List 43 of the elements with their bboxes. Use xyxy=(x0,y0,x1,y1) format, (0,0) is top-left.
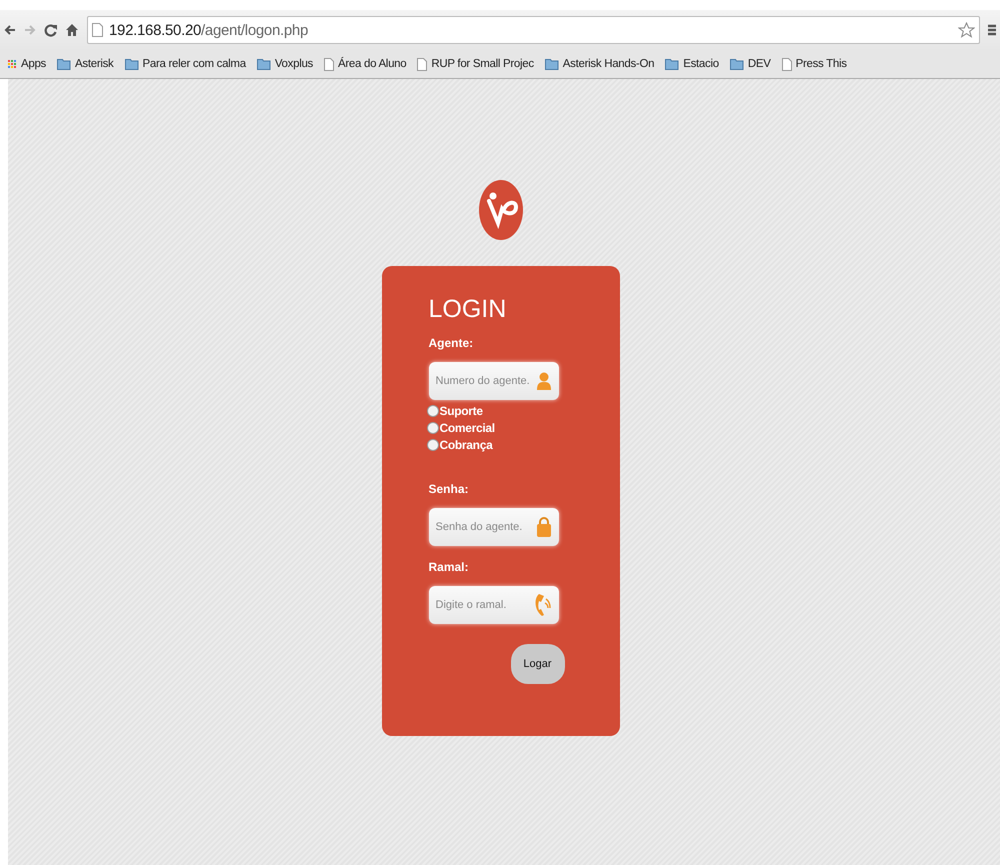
home-icon[interactable] xyxy=(65,23,79,37)
lock-icon xyxy=(536,517,550,537)
bookmark[interactable]: Para reler com calma xyxy=(124,58,246,70)
page-icon xyxy=(92,23,103,37)
address-bar[interactable]: 192.168.50.20/agent/logon.php xyxy=(87,16,980,44)
folder-icon xyxy=(124,58,139,70)
folder-icon xyxy=(730,58,744,70)
queue-radio[interactable]: Suporte xyxy=(426,404,620,418)
bookmark[interactable]: Press This xyxy=(782,58,847,70)
page-icon xyxy=(417,58,428,70)
agent-number-field[interactable]: Numero do agente. xyxy=(428,362,558,400)
field-label: Senha: xyxy=(428,482,470,496)
phone-icon xyxy=(534,593,550,617)
password-field[interactable]: Senha do agente. xyxy=(428,508,558,546)
login-title: LOGIN xyxy=(428,294,508,324)
user-icon xyxy=(536,372,550,390)
menu-icon[interactable] xyxy=(988,23,996,37)
extension-field[interactable]: Digite o ramal. xyxy=(428,586,558,624)
bookmark[interactable]: Asterisk Hands-On xyxy=(544,58,654,70)
queue-radio[interactable]: Comercial xyxy=(426,421,620,435)
back-icon[interactable] xyxy=(4,24,16,36)
url-text: 192.168.50.20/agent/logon.php xyxy=(109,22,309,38)
folder-icon xyxy=(544,58,559,70)
queue-radio[interactable]: Cobrança xyxy=(426,438,620,452)
star-icon[interactable] xyxy=(958,22,975,38)
folder-icon xyxy=(665,58,680,70)
field-label: Agente: xyxy=(428,336,474,350)
folder-icon xyxy=(57,58,72,70)
bookmark[interactable]: Voxplus xyxy=(256,58,313,70)
field-label: Ramal: xyxy=(428,560,470,574)
reload-icon[interactable] xyxy=(44,24,57,36)
logo-icon xyxy=(478,179,522,241)
bookmark[interactable]: RUP for Small Projec xyxy=(417,58,534,70)
bookmark[interactable]: Área do Aluno xyxy=(324,58,406,70)
page-icon xyxy=(324,58,334,70)
bookmark[interactable]: Estacio xyxy=(665,58,719,70)
bookmark[interactable]: Apps xyxy=(8,58,46,70)
login-button[interactable]: Logar xyxy=(510,644,564,684)
folder-icon xyxy=(256,58,271,70)
page-icon xyxy=(782,58,792,70)
apps-icon xyxy=(8,60,17,68)
bookmark[interactable]: DEV xyxy=(730,58,771,70)
bookmark[interactable]: Asterisk xyxy=(57,58,114,70)
